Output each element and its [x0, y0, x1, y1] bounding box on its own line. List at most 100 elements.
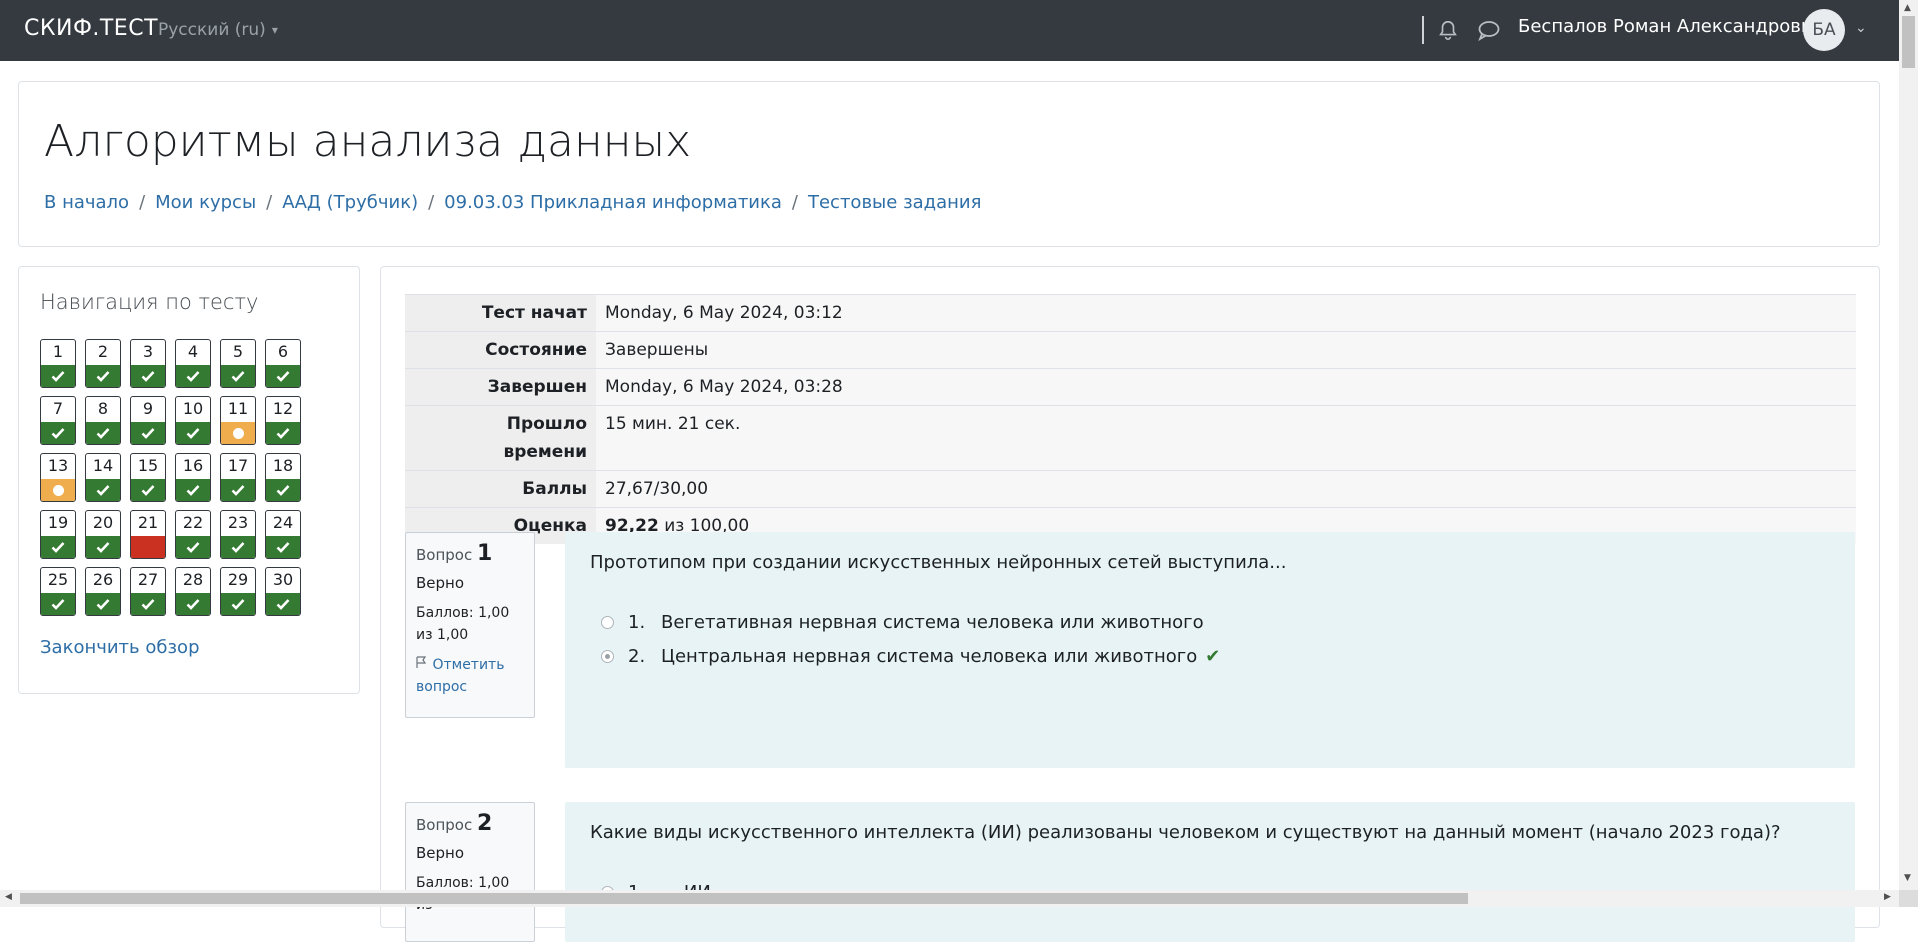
- question-nav-number: 3: [142, 342, 154, 361]
- flag-question-link[interactable]: Отметить вопрос: [416, 654, 524, 698]
- check-icon: [231, 542, 245, 553]
- radio-button-checked[interactable]: [601, 650, 614, 663]
- quiz-navigation-title: Навигация по тесту: [40, 290, 259, 314]
- question-nav-button[interactable]: 8: [85, 396, 121, 445]
- summary-row: Прошло времени 15 мин. 21 сек.: [405, 405, 1856, 471]
- question-nav-button[interactable]: 13: [40, 453, 76, 502]
- breadcrumb-home[interactable]: В начало: [44, 192, 129, 213]
- question-nav-button[interactable]: 2: [85, 339, 121, 388]
- breadcrumb-test-tasks[interactable]: Тестовые задания: [808, 192, 981, 213]
- question-nav-button[interactable]: 3: [130, 339, 166, 388]
- question-nav-button[interactable]: 27: [130, 567, 166, 616]
- scroll-left-arrow-icon[interactable]: ◀: [5, 892, 12, 902]
- question-nav-button[interactable]: 16: [175, 453, 211, 502]
- question-nav-button[interactable]: 12: [265, 396, 301, 445]
- question-number-value: 2: [477, 811, 493, 836]
- question-nav-button[interactable]: 24: [265, 510, 301, 559]
- question-nav-button[interactable]: 1: [40, 339, 76, 388]
- question-nav-number: 29: [227, 570, 249, 589]
- question-nav-number: 6: [277, 342, 289, 361]
- summary-value: Завершены: [596, 331, 1856, 369]
- question-nav-button[interactable]: 28: [175, 567, 211, 616]
- chevron-down-icon[interactable]: ⌄: [1855, 20, 1867, 36]
- question-nav-button[interactable]: 7: [40, 396, 76, 445]
- vertical-scrollbar[interactable]: ▲ ▼: [1899, 0, 1918, 890]
- scroll-right-arrow-icon[interactable]: ▶: [1884, 892, 1891, 902]
- check-icon: [276, 542, 290, 553]
- question-nav-button[interactable]: 5: [220, 339, 256, 388]
- question-nav-button[interactable]: 30: [265, 567, 301, 616]
- check-icon: [186, 371, 200, 382]
- question-nav-button[interactable]: 29: [220, 567, 256, 616]
- scrollbar-corner: [1899, 890, 1918, 907]
- question-nav-button[interactable]: 11: [220, 396, 256, 445]
- radio-button[interactable]: [601, 616, 614, 629]
- breadcrumb-course[interactable]: ААД (Трубчик): [282, 192, 418, 213]
- check-icon: [231, 485, 245, 496]
- bell-icon[interactable]: [1437, 18, 1459, 42]
- question-nav-button[interactable]: 10: [175, 396, 211, 445]
- scrollbar-thumb[interactable]: [20, 893, 1468, 904]
- question-nav-number: 24: [272, 513, 294, 532]
- question-nav-button[interactable]: 25: [40, 567, 76, 616]
- question-nav-state-correct: [266, 593, 300, 615]
- navbar-divider: [1422, 16, 1424, 44]
- question-nav-number: 13: [47, 456, 69, 475]
- breadcrumb-separator: /: [266, 192, 273, 213]
- check-icon: [141, 428, 155, 439]
- site-brand[interactable]: СКИФ.ТЕСТ: [24, 16, 158, 41]
- question-nav-button[interactable]: 19: [40, 510, 76, 559]
- question-nav-button[interactable]: 4: [175, 339, 211, 388]
- question-nav-state-correct: [176, 422, 210, 444]
- question-nav-button[interactable]: 20: [85, 510, 121, 559]
- breadcrumb-my-courses[interactable]: Мои курсы: [155, 192, 256, 213]
- user-name[interactable]: Беспалов Роман Александрович: [1518, 16, 1823, 37]
- question-nav-state-correct: [176, 365, 210, 387]
- question-nav-number: 10: [182, 399, 204, 418]
- summary-row: Тест начат Monday, 6 May 2024, 03:12: [405, 294, 1856, 332]
- question-nav-state-correct: [221, 365, 255, 387]
- scrollbar-thumb[interactable]: [1902, 16, 1915, 68]
- answer-option[interactable]: 2. Центральная нервная система человека …: [601, 646, 1220, 667]
- check-icon: [186, 485, 200, 496]
- horizontal-scrollbar[interactable]: ◀ ▶: [0, 890, 1899, 907]
- language-menu[interactable]: Русский (ru) ▾: [158, 20, 278, 40]
- question-nav-button[interactable]: 23: [220, 510, 256, 559]
- partial-dot-icon: [52, 484, 64, 496]
- summary-value: Monday, 6 May 2024, 03:28: [596, 368, 1856, 406]
- chat-icon[interactable]: [1477, 19, 1501, 41]
- question-nav-state-correct: [41, 536, 75, 558]
- question-nav-number: 28: [182, 570, 204, 589]
- answer-option[interactable]: 1. Вегетативная нервная система человека…: [601, 612, 1204, 633]
- question-text: Прототипом при создании искусственных не…: [590, 552, 1287, 573]
- question-nav-number: 19: [47, 513, 69, 532]
- question-nav-number: 9: [142, 399, 154, 418]
- scroll-down-arrow-icon[interactable]: ▼: [1904, 873, 1911, 883]
- question-nav-button[interactable]: 26: [85, 567, 121, 616]
- question-nav-button[interactable]: 6: [265, 339, 301, 388]
- question-nav-state-correct: [86, 479, 120, 501]
- question-nav-number: 20: [92, 513, 114, 532]
- summary-value: Monday, 6 May 2024, 03:12: [596, 294, 1856, 332]
- answer-number: 2.: [628, 646, 646, 667]
- finish-review-link[interactable]: Закончить обзор: [40, 637, 200, 658]
- question-nav-number: 30: [272, 570, 294, 589]
- question-nav-button[interactable]: 17: [220, 453, 256, 502]
- quiz-review-main: Тест начат Monday, 6 May 2024, 03:12 Сос…: [380, 266, 1880, 942]
- correct-check-icon: ✔: [1205, 646, 1221, 667]
- avatar[interactable]: БА: [1803, 9, 1845, 51]
- question-nav-button[interactable]: 15: [130, 453, 166, 502]
- scroll-up-arrow-icon[interactable]: ▲: [1904, 3, 1911, 13]
- question-nav-button[interactable]: 9: [130, 396, 166, 445]
- check-icon: [51, 542, 65, 553]
- question-prefix: Вопрос: [416, 816, 473, 834]
- question-nav-state-correct: [176, 536, 210, 558]
- breadcrumb-program[interactable]: 09.03.03 Прикладная информатика: [444, 192, 782, 213]
- question-nav-button[interactable]: 14: [85, 453, 121, 502]
- attempt-summary-table: Тест начат Monday, 6 May 2024, 03:12 Сос…: [405, 294, 1856, 544]
- check-icon: [96, 485, 110, 496]
- question-nav-button[interactable]: 18: [265, 453, 301, 502]
- question-nav-button[interactable]: 22: [175, 510, 211, 559]
- question-nav-button[interactable]: 21: [130, 510, 166, 559]
- question-nav-number: 12: [272, 399, 294, 418]
